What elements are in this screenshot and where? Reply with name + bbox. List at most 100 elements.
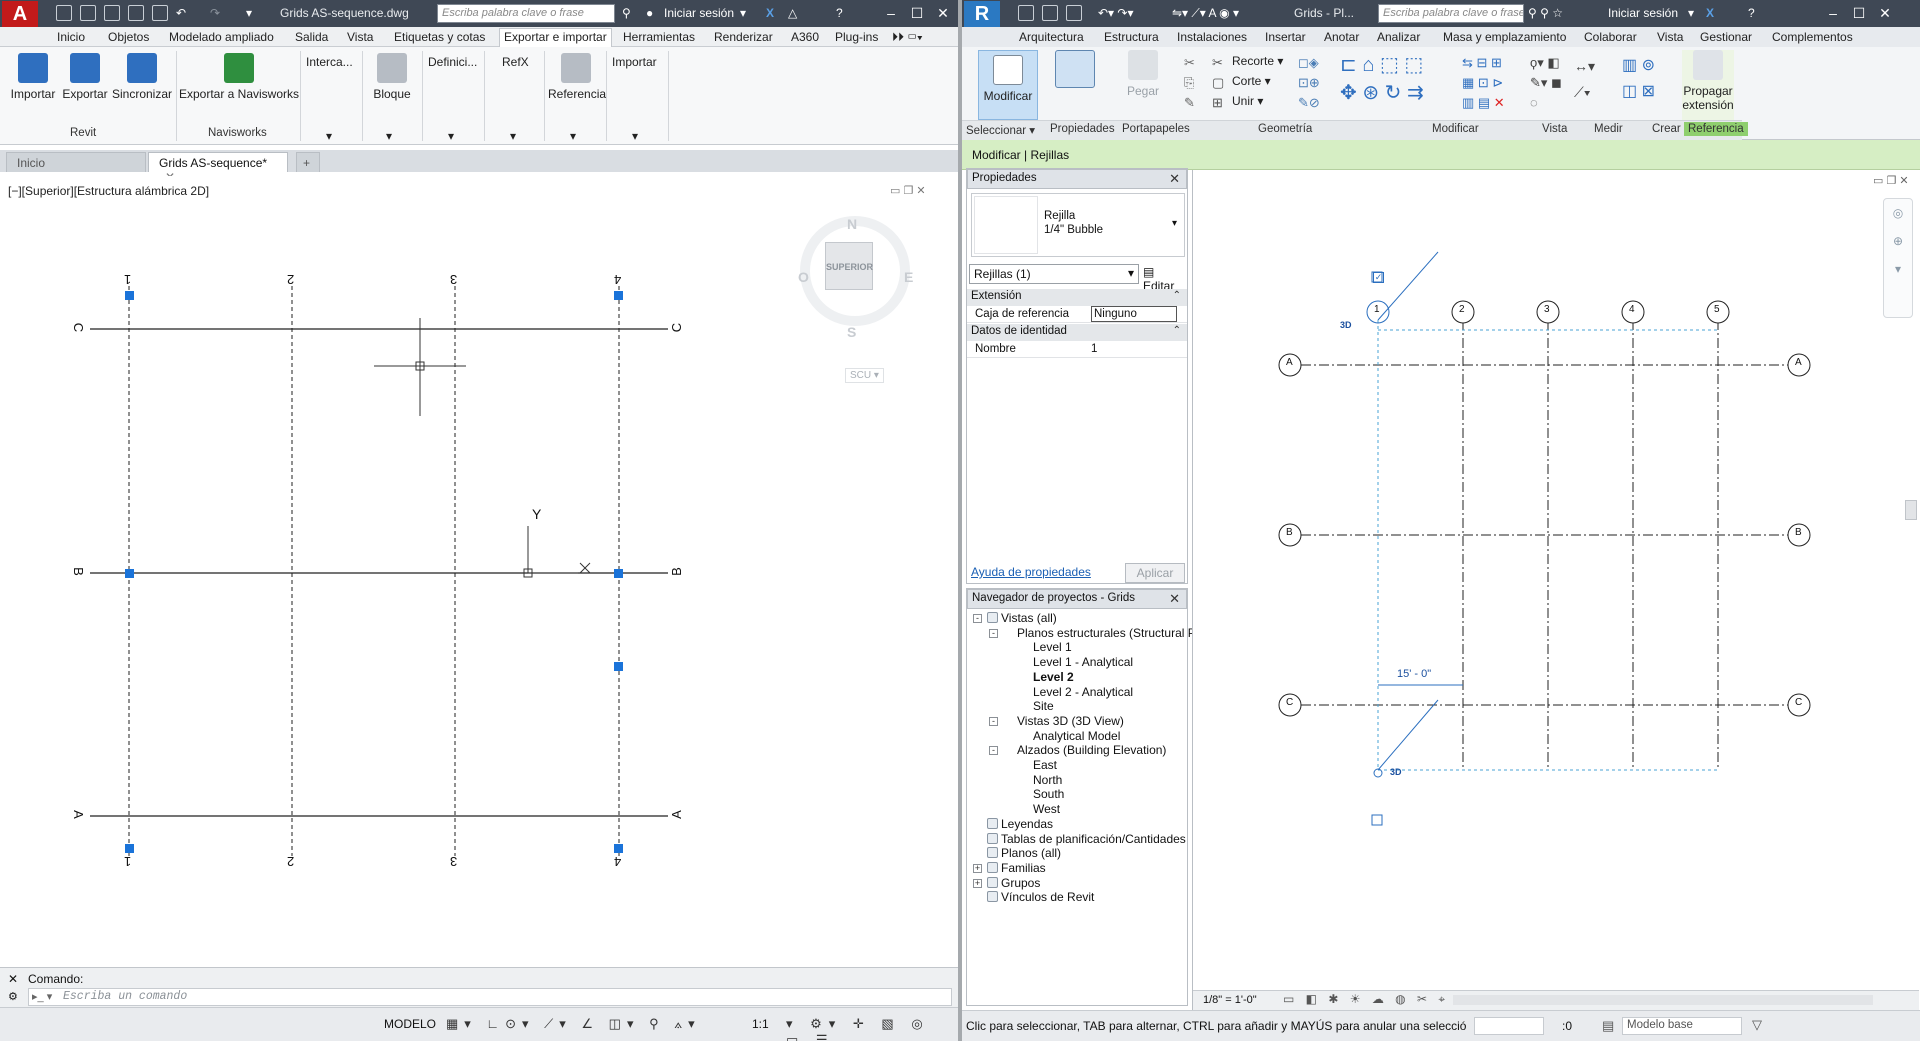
maximize-button[interactable]: ☐ — [906, 4, 928, 22]
browser-item[interactable]: Familias — [1001, 861, 1046, 875]
rv-open-icon[interactable] — [1018, 5, 1034, 21]
tree-expander-icon[interactable]: - — [973, 614, 982, 623]
redo-icon[interactable]: ↷ — [210, 6, 220, 20]
tree-expander-icon[interactable]: - — [989, 628, 998, 638]
viewcube-east[interactable]: E — [904, 269, 913, 285]
tab-modelado-ampliado[interactable]: Modelado ampliado — [169, 30, 274, 44]
corte-button[interactable]: Corte ▾ — [1232, 74, 1271, 88]
refx-button[interactable]: RefX — [502, 55, 529, 69]
type-dropdown-icon[interactable]: ▾ — [1172, 218, 1177, 229]
open-file-icon[interactable] — [80, 5, 96, 21]
revit-grid-bubble-5[interactable]: 5 — [1714, 304, 1720, 315]
revit-grid-bubble-b-left[interactable]: B — [1286, 527, 1293, 538]
rv-undo-icon[interactable]: ↶▾ ↷▾ — [1098, 6, 1134, 20]
revit-search-input[interactable]: Escriba palabra clave o frase — [1378, 4, 1524, 23]
extent-3d-label-bottom[interactable]: 3D — [1390, 767, 1402, 777]
command-prompt-icon[interactable]: ▸_ ▾ — [32, 990, 52, 1003]
rv-maximize-button[interactable]: ☐ — [1848, 4, 1870, 22]
tab-objetos[interactable]: Objetos — [108, 30, 149, 44]
geometry-tools-icon[interactable]: ✂ ▢ ⊞ — [1212, 53, 1224, 113]
command-close-icon[interactable]: ✕ — [8, 972, 18, 986]
rv-signin[interactable]: Iniciar sesión — [1608, 6, 1678, 20]
binoculars-icon[interactable]: ⚲ — [622, 6, 631, 20]
group-identity[interactable]: Datos de identidad ⌃ — [967, 324, 1187, 341]
tab-inicio[interactable]: Inicio — [57, 30, 85, 44]
browser-item[interactable]: Alzados (Building Elevation) — [1017, 743, 1166, 757]
doc-tab-inicio[interactable]: Inicio — [6, 152, 146, 172]
temporary-dimension[interactable]: 15' - 0" — [1397, 668, 1431, 680]
rv-tab-gestionar[interactable]: Gestionar — [1700, 30, 1752, 44]
rv-tab-analizar[interactable]: Analizar — [1377, 30, 1420, 44]
revit-grid-bubble-c-right[interactable]: C — [1795, 697, 1802, 708]
prop-value-nombre[interactable]: 1 — [1091, 343, 1097, 355]
workset-field[interactable] — [1474, 1017, 1544, 1035]
unir-button[interactable]: Unir ▾ — [1232, 94, 1263, 108]
browser-item[interactable]: East — [1033, 758, 1057, 772]
save-as-icon[interactable] — [128, 5, 144, 21]
rv-tab-complementos[interactable]: Complementos — [1772, 30, 1853, 44]
measure-tools-icons[interactable]: ↔▾ ⟋▾ — [1574, 53, 1595, 105]
command-input[interactable]: Escriba un comando — [28, 988, 952, 1006]
rv-binoculars-icon[interactable]: ⚲ ⚲ ☆ — [1528, 6, 1563, 20]
create-tools-icons[interactable]: ▥ ⊚ ◫ ⊠ — [1622, 53, 1655, 105]
viewcube-west[interactable]: O — [798, 269, 809, 285]
hide-bubble-checkbox[interactable]: ✓ — [1373, 272, 1384, 283]
importar-button[interactable]: Importar — [612, 55, 657, 69]
geometry-extra-icons[interactable]: ◻◈ ⊡⊕ ✎⊘ — [1298, 53, 1320, 113]
annotation-scale[interactable]: 1:1 — [752, 1017, 769, 1031]
browser-item[interactable]: West — [1033, 802, 1060, 816]
rv-tab-colaborar[interactable]: Colaborar — [1584, 30, 1637, 44]
browser-item[interactable]: Vistas 3D (3D View) — [1017, 714, 1124, 728]
qa-dropdown-icon[interactable]: ▾ — [246, 6, 252, 20]
tab-salida[interactable]: Salida — [295, 30, 328, 44]
rv-tab-masa[interactable]: Masa y emplazamiento — [1443, 30, 1566, 44]
revit-grid-bubble-c-left[interactable]: C — [1286, 697, 1293, 708]
revit-grid-bubble-b-right[interactable]: B — [1795, 527, 1802, 538]
view-tools-icons[interactable]: ϙ▾ ◧ ✎▾ ◼ ◌ — [1530, 53, 1562, 113]
definici-dropdown-icon[interactable]: ▾ — [448, 129, 454, 143]
acad-signin[interactable]: Iniciar sesión — [664, 6, 734, 20]
modify-small-icons[interactable]: ⇆ ⊟ ⊞ ▦ ⊡ ⊳ ▥ ▤ ✕ — [1462, 53, 1505, 113]
vertical-scrollbar[interactable] — [1905, 500, 1917, 520]
viewcube-north[interactable]: N — [847, 216, 857, 232]
rv-exchange-icon[interactable]: X — [1706, 6, 1714, 20]
user-icon[interactable]: ● — [646, 6, 653, 20]
revit-grid-bubble-3[interactable]: 3 — [1544, 304, 1550, 315]
model-space-button[interactable]: MODELO — [384, 1017, 436, 1031]
revit-grid-bubble-a-right[interactable]: A — [1795, 357, 1802, 368]
properties-help-link[interactable]: Ayuda de propiedades — [971, 565, 1091, 579]
properties-close-icon[interactable]: ✕ — [1169, 171, 1180, 187]
export-navisworks-button[interactable]: Exportar a Navisworks — [178, 53, 300, 101]
revit-grid-bubble-1[interactable]: 1 — [1374, 304, 1380, 315]
signin-dropdown-icon[interactable]: ▾ — [740, 6, 746, 20]
exchange-icon[interactable]: X — [766, 6, 774, 20]
close-button[interactable]: ✕ — [932, 4, 954, 22]
browser-item[interactable]: Vistas (all) — [1001, 611, 1057, 625]
design-options-icon[interactable]: ▤ — [1602, 1018, 1614, 1034]
save-icon[interactable] — [104, 5, 120, 21]
modificar-button[interactable]: Modificar — [978, 50, 1038, 120]
rv-minimize-button[interactable]: – — [1822, 4, 1844, 22]
browser-item[interactable]: Level 2 — [1033, 670, 1074, 684]
revit-grid-bubble-2[interactable]: 2 — [1459, 304, 1465, 315]
rv-quick-tools-icon[interactable]: ⇋▾ ⟋▾ A ◉ ▾ — [1172, 6, 1239, 21]
rv-tab-anotar[interactable]: Anotar — [1324, 30, 1359, 44]
browser-item[interactable]: Level 1 — [1033, 640, 1072, 654]
definici-button[interactable]: Definici... — [428, 55, 477, 69]
clipboard-tools-icon[interactable]: ✂ ⎘ ✎ — [1184, 53, 1195, 113]
print-icon[interactable] — [152, 5, 168, 21]
interca-button[interactable]: Interca... — [306, 55, 353, 69]
collapse-icon[interactable]: ⌃ — [1173, 325, 1181, 336]
browser-item[interactable]: Tablas de planificación/Cantidades — [1001, 832, 1186, 846]
propagar-extension-button[interactable]: Propagar extensión — [1682, 50, 1734, 120]
browser-item[interactable]: Planos (all) — [1001, 846, 1061, 860]
help-icon[interactable]: ? — [836, 6, 843, 20]
properties-button[interactable] — [1052, 50, 1098, 120]
export-button[interactable]: Exportar — [60, 53, 110, 101]
rv-tab-vista[interactable]: Vista — [1657, 30, 1683, 44]
prop-value-caja[interactable]: Ninguno — [1091, 306, 1177, 322]
rv-signin-dropdown-icon[interactable]: ▾ — [1688, 6, 1694, 20]
revit-view-canvas[interactable]: ▭ ❐ ✕ ◎ ⊕ ▾ 1 2 3 4 5 A A B B C C 3D 3D … — [1192, 170, 1919, 1010]
a360-icon[interactable]: △ — [788, 6, 797, 20]
apply-button[interactable]: Aplicar — [1125, 563, 1185, 583]
